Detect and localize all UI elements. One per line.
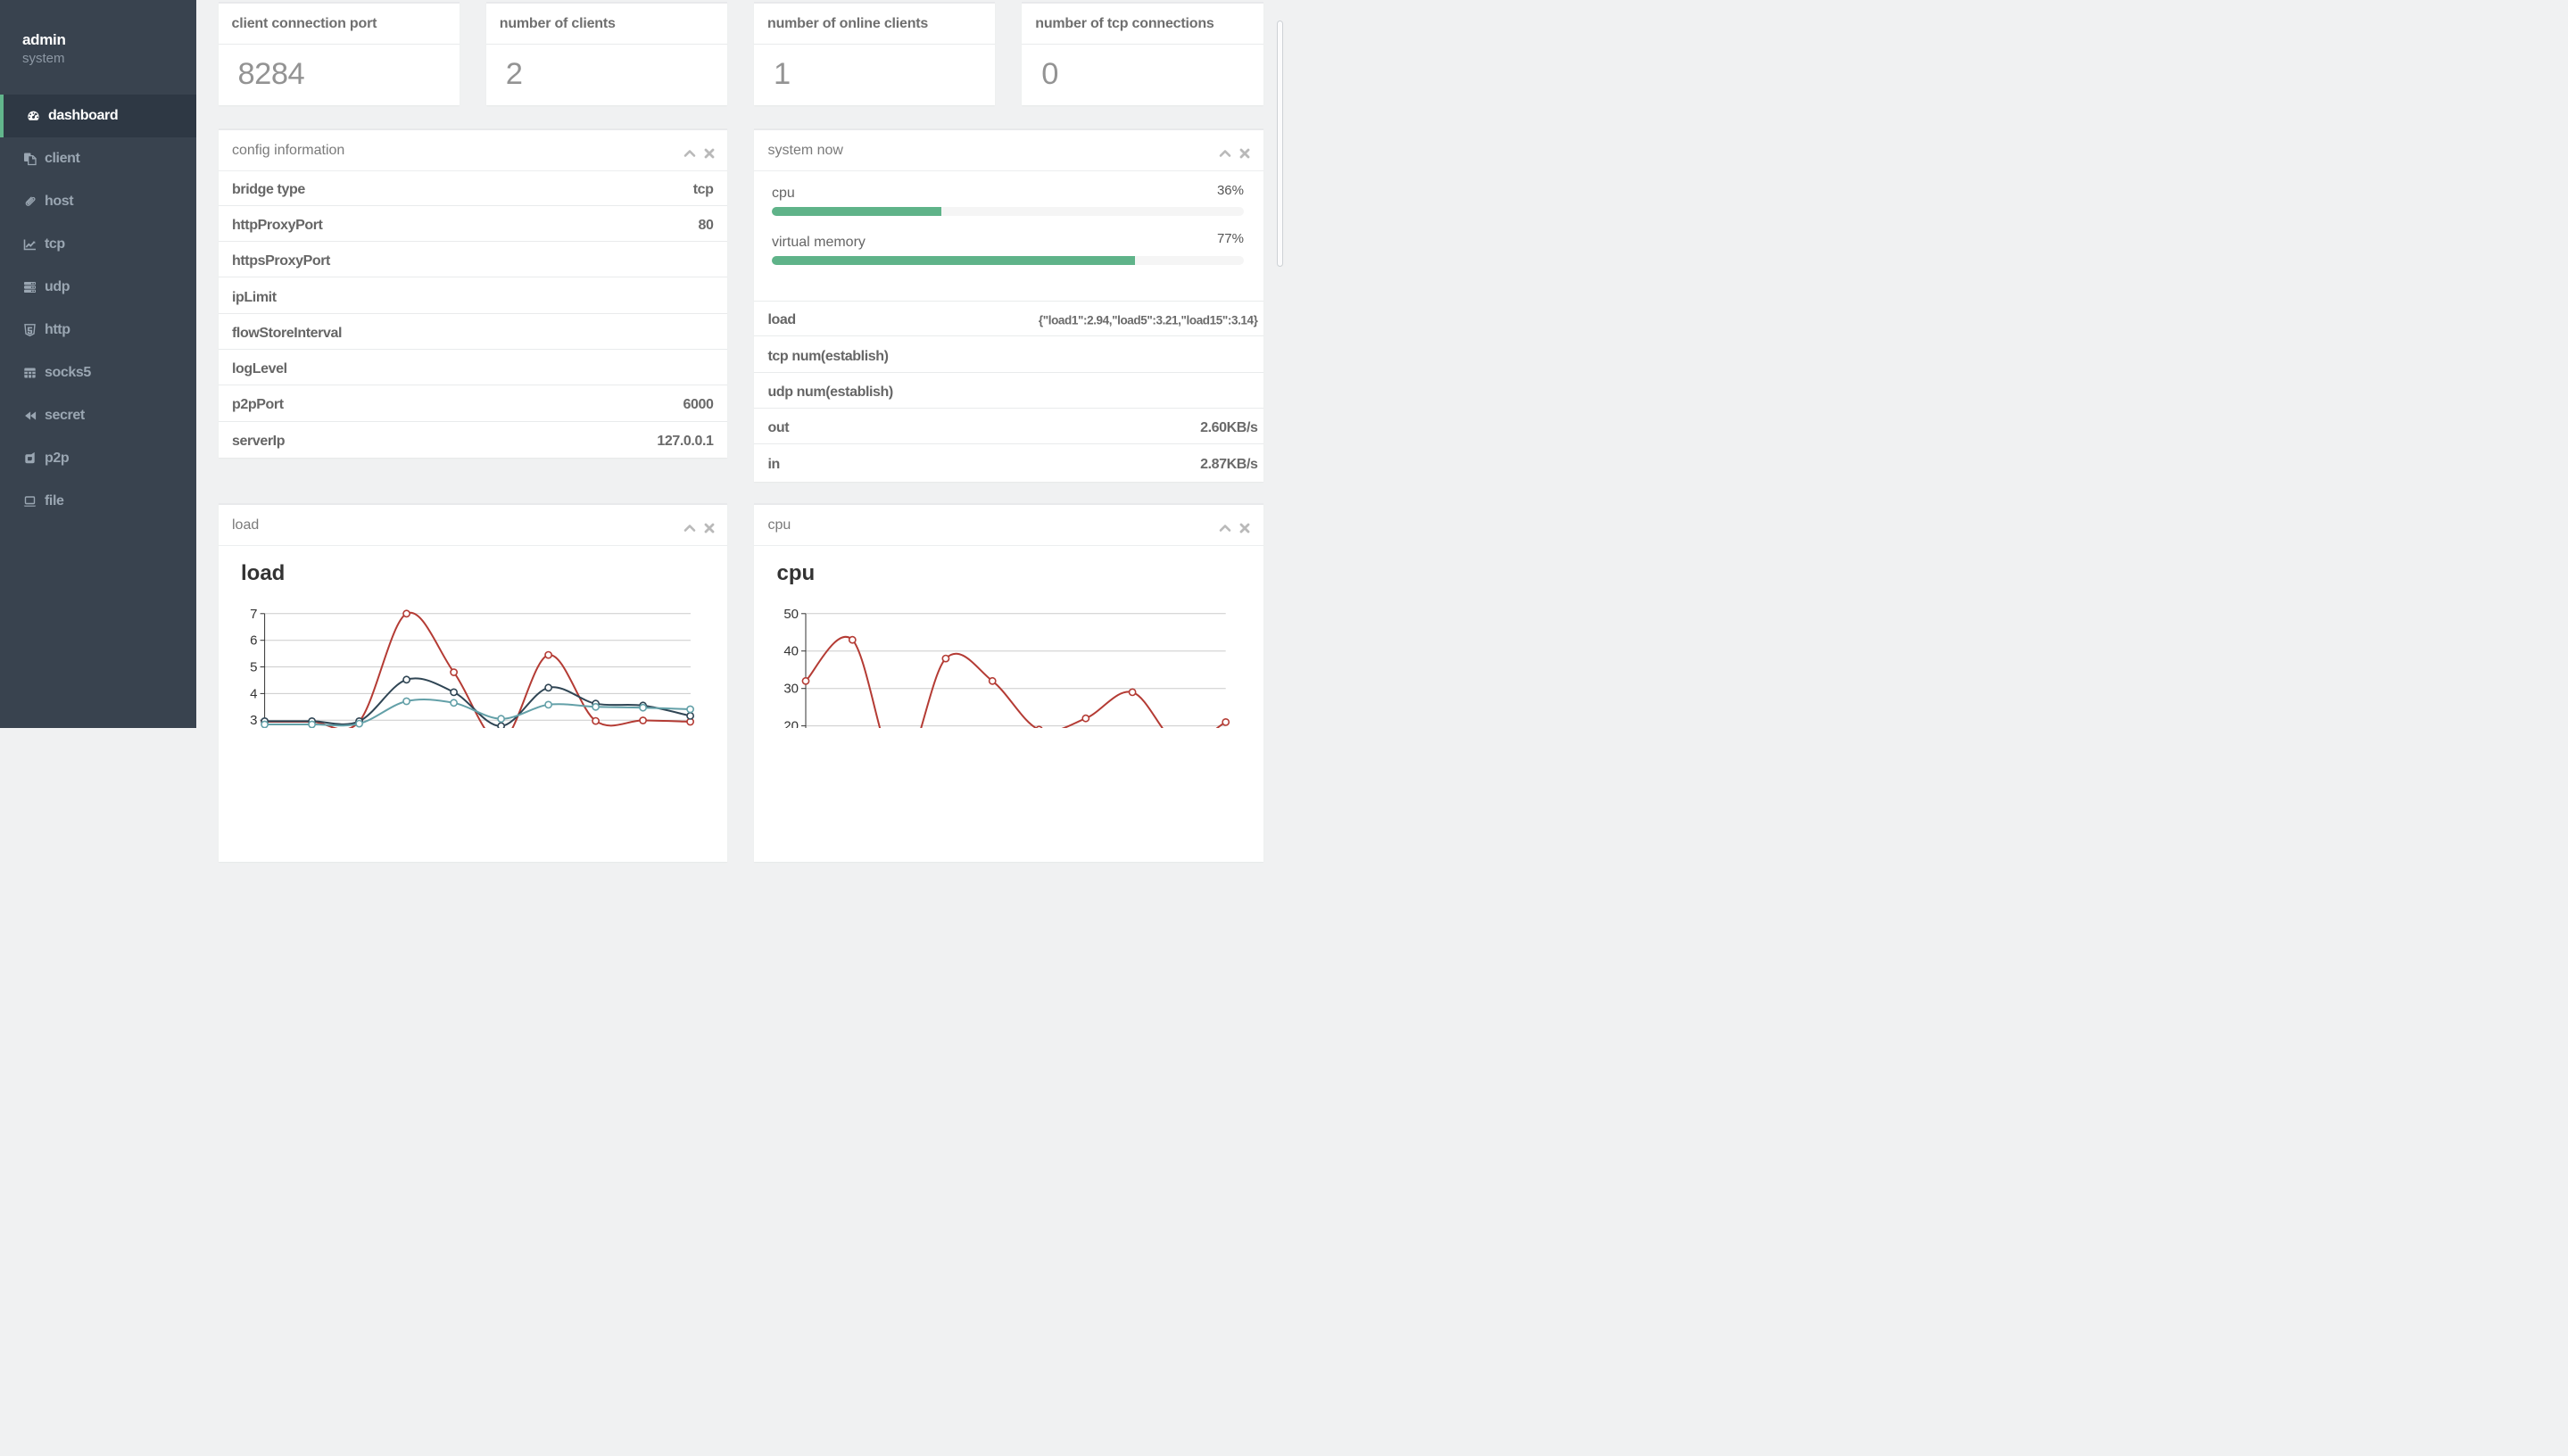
svg-text:7: 7 <box>250 606 257 621</box>
svg-text:5: 5 <box>250 659 257 674</box>
svg-text:20: 20 <box>783 718 799 728</box>
svg-text:30: 30 <box>783 681 799 696</box>
svg-text:50: 50 <box>783 606 799 621</box>
svg-text:40: 40 <box>783 643 799 658</box>
svg-text:6: 6 <box>250 633 257 648</box>
svg-text:4: 4 <box>250 686 257 701</box>
svg-text:3: 3 <box>250 713 257 728</box>
